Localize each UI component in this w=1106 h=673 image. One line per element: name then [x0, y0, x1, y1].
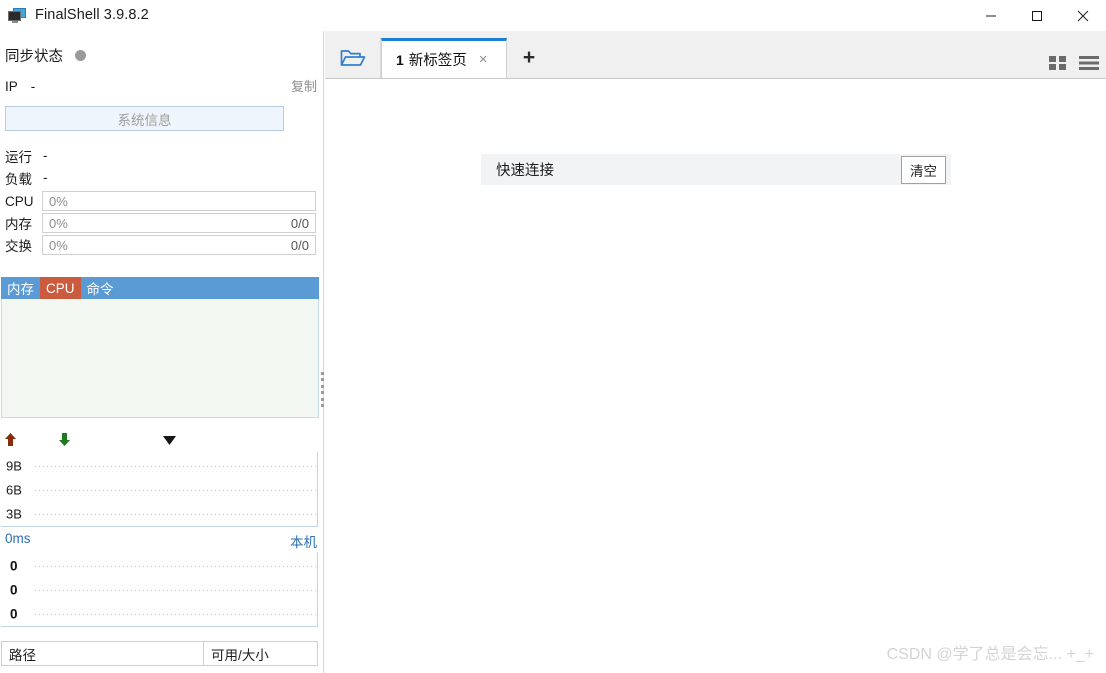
copy-ip-button[interactable]: 复制 — [291, 76, 317, 95]
quick-connect-label: 快速连接 — [496, 163, 554, 179]
view-mode-controls — [1048, 54, 1100, 72]
tab-new-page[interactable]: 1 新标签页 × — [381, 38, 507, 78]
ping-host-selector[interactable]: 本机 — [290, 531, 317, 551]
right-panel: 1 新标签页 × + 快速连接 清空 CSDN @学了总是会忘... +_+ — [325, 31, 1106, 673]
ping-latency-graph: 0 0 0 — [1, 552, 318, 627]
load-value: - — [43, 170, 48, 185]
tab-bar: 1 新标签页 × + — [325, 31, 1106, 79]
caret-down-icon[interactable] — [163, 436, 176, 445]
monitor-icon — [8, 7, 26, 24]
uptime-label: 运行 — [5, 149, 32, 165]
memory-usage-row: 内存 0% 0/0 — [0, 212, 324, 234]
uptime-row: 运行 - — [0, 145, 324, 166]
cpu-percent: 0% — [49, 193, 68, 209]
cpu-progress-bar: 0% — [42, 191, 316, 211]
grid-view-button[interactable] — [1048, 54, 1068, 72]
tab-close-icon[interactable]: × — [479, 52, 488, 67]
load-row: 负载 - — [0, 167, 324, 188]
network-y-label-2: 6B — [6, 482, 22, 498]
disk-column-size[interactable]: 可用/大小 — [204, 642, 269, 665]
swap-percent: 0% — [49, 237, 68, 253]
memory-percent: 0% — [49, 215, 68, 231]
process-table-body[interactable] — [1, 299, 319, 418]
swap-progress-bar: 0% 0/0 — [42, 235, 316, 255]
close-icon — [1077, 10, 1089, 21]
ping-y-label-1: 0 — [10, 558, 18, 574]
sync-status-indicator — [75, 49, 86, 61]
ping-graph-header: 0ms 本机 — [0, 531, 324, 552]
maximize-icon — [1032, 10, 1042, 21]
uptime-value: - — [43, 148, 48, 163]
new-tab-button[interactable]: + — [507, 38, 551, 78]
quick-connect-bar: 快速连接 清空 — [481, 154, 951, 185]
ip-label: IP — [5, 78, 18, 94]
left-sidebar: 同步状态 IP - 复制 系统信息 运行 - 负载 - CPU 0% 内存 0%… — [0, 31, 324, 673]
tab-number: 1 — [396, 51, 404, 68]
ip-value: - — [30, 78, 36, 94]
sync-status-row: 同步状态 — [0, 44, 324, 66]
cpu-label: CPU — [5, 193, 34, 209]
ip-row: IP - 复制 — [0, 75, 324, 97]
quick-connect-clear-button[interactable]: 清空 — [901, 155, 946, 184]
arrow-up-icon — [5, 433, 16, 446]
minimize-icon — [986, 15, 996, 16]
process-column-command[interactable]: 命令 — [81, 277, 120, 299]
ping-latency-value: 0ms — [5, 531, 31, 546]
tab-label: 新标签页 — [408, 53, 467, 69]
network-y-label-3: 3B — [6, 506, 22, 522]
swap-label: 交换 — [5, 239, 32, 254]
list-view-icon — [1079, 56, 1099, 70]
grid-view-icon — [1049, 56, 1066, 70]
network-traffic-graph: 9B 6B 3B — [1, 452, 318, 527]
app-title: FinalShell 3.9.8.2 — [35, 7, 149, 23]
process-column-cpu[interactable]: CPU — [40, 277, 81, 299]
system-info-button[interactable]: 系统信息 — [5, 106, 284, 131]
swap-detail: 0/0 — [290, 237, 309, 253]
title-bar: FinalShell 3.9.8.2 — [0, 0, 1106, 31]
memory-label: 内存 — [5, 217, 32, 232]
memory-progress-bar: 0% 0/0 — [42, 213, 316, 233]
window-controls — [968, 0, 1106, 31]
network-y-label-1: 9B — [6, 458, 22, 474]
maximize-button[interactable] — [1014, 0, 1060, 31]
process-column-memory[interactable]: 内存 — [1, 277, 40, 299]
process-table-header: 内存 CPU 命令 — [1, 277, 319, 299]
disk-table-header: 路径 可用/大小 — [1, 641, 318, 666]
disk-column-path[interactable]: 路径 — [2, 642, 204, 665]
minimize-button[interactable] — [968, 0, 1014, 31]
finalshell-window: FinalShell 3.9.8.2 同步状态 IP - 复制 系统信息 运行 … — [0, 0, 1106, 673]
load-label: 负载 — [5, 171, 32, 187]
folder-open-icon — [340, 50, 365, 66]
close-button[interactable] — [1060, 0, 1106, 31]
arrow-down-icon — [59, 433, 70, 446]
network-graph-toolbar — [0, 430, 324, 452]
cpu-usage-row: CPU 0% — [0, 190, 324, 212]
memory-detail: 0/0 — [290, 215, 309, 231]
sync-status-label: 同步状态 — [5, 48, 63, 65]
ping-y-label-3: 0 — [10, 606, 18, 622]
file-manager-button[interactable] — [325, 38, 381, 78]
watermark-text: CSDN @学了总是会忘... +_+ — [886, 646, 1094, 663]
ping-y-label-2: 0 — [10, 582, 18, 598]
list-view-button[interactable] — [1078, 54, 1100, 72]
swap-usage-row: 交换 0% 0/0 — [0, 234, 324, 256]
